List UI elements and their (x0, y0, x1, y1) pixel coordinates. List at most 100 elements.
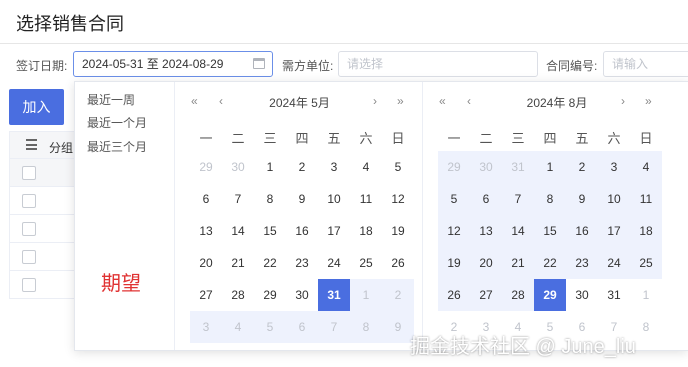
calendar-day[interactable]: 4 (630, 151, 662, 183)
calendar-day[interactable]: 21 (222, 247, 254, 279)
calendar-day[interactable]: 25 (630, 247, 662, 279)
calendar-day[interactable]: 23 (566, 247, 598, 279)
calendar-day[interactable]: 12 (382, 183, 414, 215)
calendar-day[interactable]: 31 (318, 279, 350, 311)
sign-date-value: 2024-05-31 至 2024-08-29 (82, 57, 224, 71)
calendar-day[interactable]: 22 (254, 247, 286, 279)
calendar-day[interactable]: 16 (566, 215, 598, 247)
calendar-day[interactable]: 11 (350, 183, 382, 215)
sign-date-range-input[interactable]: 2024-05-31 至 2024-08-29 (73, 51, 273, 77)
buyer-select[interactable]: 请选择 (338, 51, 538, 77)
calendar-day[interactable]: 29 (438, 151, 470, 183)
calendar-day[interactable]: 26 (382, 247, 414, 279)
calendar-day[interactable]: 29 (534, 279, 566, 311)
calendar-day[interactable]: 29 (254, 279, 286, 311)
calendar-day[interactable]: 3 (598, 151, 630, 183)
calendar-day[interactable]: 17 (598, 215, 630, 247)
calendar-day[interactable]: 2 (286, 151, 318, 183)
row-checkbox[interactable] (22, 278, 36, 292)
calendar-day[interactable]: 24 (318, 247, 350, 279)
weekday-header: 六 (607, 131, 621, 146)
calendar-day[interactable]: 18 (630, 215, 662, 247)
calendar-day[interactable]: 27 (190, 279, 222, 311)
calendar-day[interactable]: 19 (438, 247, 470, 279)
next-month-icon[interactable]: › (621, 94, 625, 108)
calendar-day[interactable]: 11 (630, 183, 662, 215)
calendar-day[interactable]: 19 (382, 215, 414, 247)
shortcut-last-week[interactable]: 最近一周 (87, 91, 135, 108)
calendar-day[interactable]: 9 (286, 183, 318, 215)
contract-no-input[interactable]: 请输入 (603, 51, 688, 77)
calendar-day[interactable]: 15 (534, 215, 566, 247)
calendar-day[interactable]: 6 (286, 311, 318, 343)
calendar-day[interactable]: 24 (598, 247, 630, 279)
calendar-day[interactable]: 10 (318, 183, 350, 215)
calendar-day[interactable]: 22 (534, 247, 566, 279)
calendar-day[interactable]: 8 (534, 183, 566, 215)
calendar-day[interactable]: 15 (254, 215, 286, 247)
calendar-day[interactable]: 31 (502, 151, 534, 183)
calendar-day[interactable]: 1 (534, 151, 566, 183)
calendar-day[interactable]: 30 (470, 151, 502, 183)
row-checkbox[interactable] (22, 250, 36, 264)
calendar-day[interactable]: 14 (222, 215, 254, 247)
calendar-day[interactable]: 12 (438, 215, 470, 247)
calendar-day[interactable]: 2 (382, 279, 414, 311)
calendar-day[interactable]: 9 (566, 183, 598, 215)
calendar-day[interactable]: 3 (318, 151, 350, 183)
calendar-day[interactable]: 7 (502, 183, 534, 215)
calendar-day[interactable]: 14 (502, 215, 534, 247)
calendar-day[interactable]: 1 (350, 279, 382, 311)
calendar-day[interactable]: 28 (502, 279, 534, 311)
calendar-day[interactable]: 29 (190, 151, 222, 183)
calendar-day[interactable]: 20 (190, 247, 222, 279)
next-year-icon[interactable]: » (645, 94, 652, 108)
calendar-day[interactable]: 1 (630, 279, 662, 311)
calendar-day[interactable]: 30 (286, 279, 318, 311)
shortcut-last-month[interactable]: 最近一个月 (87, 114, 147, 131)
weekday-header: 日 (391, 131, 405, 146)
calendar-day[interactable]: 7 (222, 183, 254, 215)
add-button[interactable]: 加入 (9, 89, 64, 125)
calendar-day[interactable]: 8 (350, 311, 382, 343)
next-year-icon[interactable]: » (397, 94, 404, 108)
calendar-day[interactable]: 25 (350, 247, 382, 279)
calendar-day[interactable]: 21 (502, 247, 534, 279)
calendar-day[interactable]: 6 (470, 183, 502, 215)
calendar-day[interactable]: 30 (222, 151, 254, 183)
calendar-day[interactable]: 5 (254, 311, 286, 343)
row-checkbox[interactable] (22, 194, 36, 208)
calendar-day[interactable]: 6 (190, 183, 222, 215)
calendar-day[interactable]: 10 (598, 183, 630, 215)
calendar-day[interactable]: 13 (190, 215, 222, 247)
calendar-icon[interactable] (253, 58, 265, 69)
calendar-day[interactable]: 17 (318, 215, 350, 247)
row-checkbox[interactable] (22, 222, 36, 236)
calendar-day[interactable]: 2 (566, 151, 598, 183)
calendar-day[interactable]: 30 (566, 279, 598, 311)
calendar-day[interactable]: 16 (286, 215, 318, 247)
calendar-day[interactable]: 5 (382, 151, 414, 183)
calendar-day[interactable]: 18 (350, 215, 382, 247)
next-month-icon[interactable]: › (373, 94, 377, 108)
select-all-checkbox[interactable] (22, 166, 36, 180)
list-settings-icon[interactable] (26, 139, 37, 150)
calendar-day[interactable]: 23 (286, 247, 318, 279)
calendar-day[interactable]: 8 (254, 183, 286, 215)
calendar-day[interactable]: 4 (222, 311, 254, 343)
calendar-day[interactable]: 13 (470, 215, 502, 247)
calendar-day[interactable]: 7 (318, 311, 350, 343)
calendar-day[interactable]: 20 (470, 247, 502, 279)
shortcut-last-three-months[interactable]: 最近三个月 (87, 138, 147, 155)
calendar-day[interactable]: 28 (222, 279, 254, 311)
table-row (9, 187, 81, 215)
calendar-day[interactable]: 3 (190, 311, 222, 343)
calendar-day[interactable]: 1 (254, 151, 286, 183)
calendar-day[interactable]: 5 (438, 183, 470, 215)
calendar-day[interactable]: 31 (598, 279, 630, 311)
weekday-header: 二 (479, 131, 493, 146)
weekday-header: 五 (575, 131, 589, 146)
calendar-day[interactable]: 27 (470, 279, 502, 311)
calendar-day[interactable]: 26 (438, 279, 470, 311)
calendar-day[interactable]: 4 (350, 151, 382, 183)
